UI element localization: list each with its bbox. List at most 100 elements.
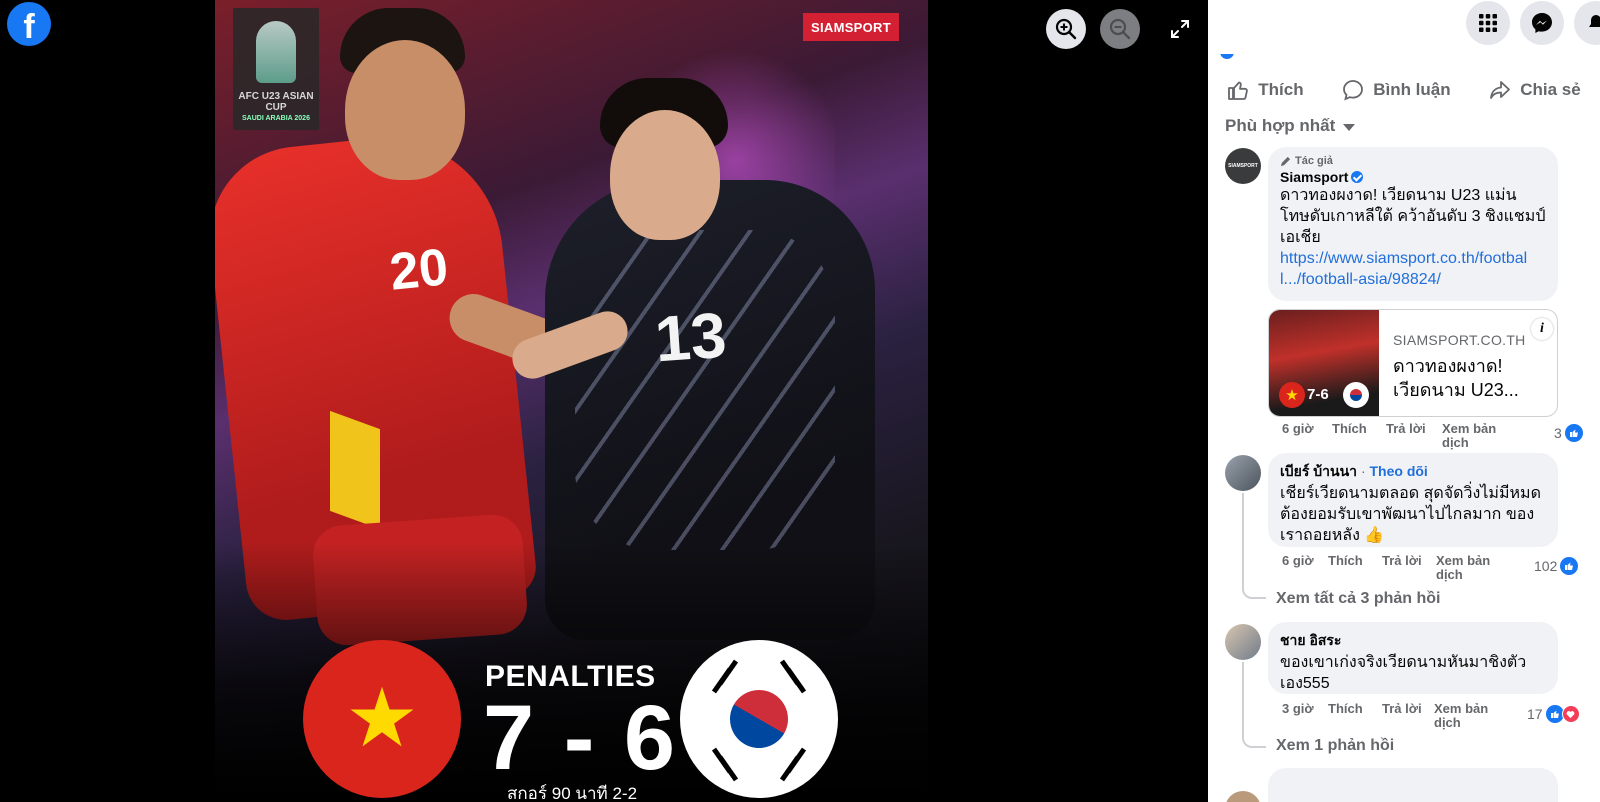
comments-panel: Thích Bình luận Chia sẻ Phù hợp nhất SIA… — [1208, 0, 1600, 802]
comment-author[interactable]: เบียร์ บ้านนา · Theo dõi — [1280, 461, 1546, 483]
comment-meta: 6 giờ Thích Trả lời Xem bản dịch — [1282, 422, 1522, 450]
comment-translate-link[interactable]: Xem bản dịch — [1434, 702, 1514, 730]
afc-cup-badge: AFC U23 ASIAN CUP SAUDI ARABIA 2026 — [233, 8, 319, 130]
zoom-in-icon — [1055, 18, 1077, 40]
like-reaction-icon — [1564, 424, 1583, 442]
korea-flag-icon — [1343, 382, 1369, 408]
comment-bubble: Tác giả Siamsport ดาวทองผงาด! เวียดนาม U… — [1268, 147, 1558, 301]
comment-translate-link[interactable]: Xem bản dịch — [1436, 554, 1516, 582]
share-label: Chia sẻ — [1520, 80, 1581, 99]
comment-reactions[interactable]: 3 — [1554, 424, 1583, 442]
fullscreen-button[interactable] — [1160, 9, 1200, 49]
player-vietnam-head — [345, 40, 465, 180]
comment-text: ดาวทองผงาด! เวียดนาม U23 แม่นโทษดับเกาหล… — [1280, 187, 1546, 246]
like-button[interactable]: Thích — [1227, 79, 1304, 101]
like-reaction-icon — [1545, 705, 1564, 723]
trophy-icon — [256, 21, 296, 83]
comment-time[interactable]: 6 giờ — [1282, 554, 1328, 582]
comment-reactions[interactable]: 102 — [1534, 557, 1579, 575]
comment-text: เชียร์เวียดนามตลอด สุดจัดวิ่งไม่มีหมด ต้… — [1280, 485, 1541, 544]
comment-link[interactable]: https://www.siamsport.co.th/football.../… — [1280, 248, 1546, 290]
comment-bubble — [1268, 787, 1558, 802]
comment-reply-link[interactable]: Trả lời — [1382, 702, 1434, 730]
view-replies-link[interactable]: Xem tất cả 3 phản hồi — [1276, 590, 1440, 608]
link-preview-title: ดาวทองผงาด! เวียดนาม U23... — [1393, 356, 1519, 400]
sort-label: Phù hợp nhất — [1225, 116, 1336, 135]
notifications-button[interactable] — [1574, 1, 1600, 45]
vietnam-flag-icon: ★ — [303, 640, 461, 798]
comment-like-link[interactable]: Thích — [1328, 702, 1382, 730]
menu-button[interactable] — [1466, 1, 1510, 45]
trigram-bar — [779, 659, 801, 686]
comment-icon — [1343, 80, 1364, 101]
avatar[interactable] — [1225, 624, 1261, 660]
comment-meta: 6 giờ Thích Trả lời Xem bản dịch — [1282, 554, 1516, 582]
thumbnail-score: 7-6 — [1307, 386, 1329, 403]
link-preview-card[interactable]: ★ 7-6 SIAMSPORT.CO.TH ดาวทองผงาด! เวียดน… — [1268, 309, 1558, 417]
author-badge: Tác giả — [1280, 155, 1546, 167]
player-vietnam-number: 20 — [387, 238, 451, 302]
panel-header — [1208, 0, 1600, 54]
verified-badge-icon — [1351, 171, 1364, 183]
facebook-logo-icon[interactable]: f — [7, 2, 51, 46]
score-value: 7 - 6 — [483, 687, 678, 789]
comment-text: ของเขาเก่งจริงเวียดนามหันมาชิงตัวเอง555 — [1280, 654, 1527, 692]
star-icon: ★ — [345, 673, 419, 764]
score-subtitle: สกอร์ 90 นาที 2-2 — [507, 784, 638, 802]
comment-button[interactable]: Bình luận — [1342, 79, 1451, 101]
comment-time[interactable]: 6 giờ — [1282, 422, 1332, 450]
comment-bubble: เบียร์ บ้านนา · Theo dõi เชียร์เวียดนามต… — [1268, 453, 1558, 547]
avatar-text: SIAMSPORT — [1228, 163, 1258, 169]
messenger-icon — [1532, 13, 1552, 33]
comment-like-link[interactable]: Thích — [1332, 422, 1386, 450]
avatar[interactable]: SIAMSPORT — [1225, 148, 1261, 184]
post-photo[interactable]: AFC U23 ASIAN CUP SAUDI ARABIA 2026 SIAM… — [215, 0, 928, 802]
reaction-count: 3 — [1554, 425, 1562, 441]
link-preview-thumbnail: ★ 7-6 — [1269, 310, 1379, 416]
author-badge-label: Tác giả — [1295, 155, 1333, 167]
thumbs-up-icon — [1228, 81, 1249, 100]
share-button[interactable]: Chia sẻ — [1489, 79, 1581, 101]
fullscreen-icon — [1171, 20, 1189, 38]
avatar[interactable] — [1225, 791, 1261, 802]
facebook-logo-letter: f — [23, 7, 35, 46]
vietnam-flag-icon: ★ — [1279, 382, 1305, 408]
comment-author-name: Siamsport — [1280, 169, 1349, 185]
view-replies-link[interactable]: Xem 1 phản hồi — [1276, 737, 1394, 755]
trigram-bar — [717, 659, 739, 686]
comment-sort-dropdown[interactable]: Phù hợp nhất — [1225, 116, 1356, 136]
comment-reply-link[interactable]: Trả lời — [1386, 422, 1442, 450]
reaction-count: 102 — [1534, 558, 1558, 574]
comment-like-link[interactable]: Thích — [1328, 554, 1382, 582]
comment-reply-link[interactable]: Trả lời — [1382, 554, 1436, 582]
reply-thread-line — [1242, 493, 1266, 599]
comment-time[interactable]: 3 giờ — [1282, 702, 1328, 730]
follow-link[interactable]: Theo dõi — [1370, 463, 1428, 479]
heart-reaction-icon — [1561, 705, 1580, 723]
zoom-in-button[interactable] — [1046, 9, 1086, 49]
jersey-pattern — [575, 230, 835, 550]
cup-badge-subtext: SAUDI ARABIA 2026 — [242, 115, 310, 122]
comment-label: Bình luận — [1373, 80, 1451, 99]
comment-reactions[interactable]: 17 — [1527, 705, 1580, 723]
jersey-stripe — [330, 410, 380, 530]
messenger-button[interactable] — [1520, 1, 1564, 45]
comment-author[interactable]: Siamsport — [1280, 169, 1546, 185]
grid-menu-icon — [1479, 14, 1497, 32]
comment-meta: 3 giờ Thích Trả lời Xem bản dịch — [1282, 702, 1514, 730]
post-actions: Thích Bình luận Chia sẻ — [1208, 70, 1600, 110]
player-korea-head — [610, 110, 720, 240]
trigram-bar — [717, 755, 739, 782]
comment-author[interactable]: ชาย อิสระ — [1280, 630, 1546, 652]
zoom-out-button[interactable] — [1100, 9, 1140, 49]
avatar[interactable] — [1225, 455, 1261, 491]
link-preview-domain: SIAMSPORT.CO.TH — [1393, 332, 1526, 348]
trigram-bar — [779, 755, 801, 782]
cup-badge-text: AFC U23 ASIAN CUP — [238, 91, 314, 113]
player-korea-number: 13 — [652, 298, 729, 376]
reply-thread-line — [1242, 662, 1266, 748]
comment-translate-link[interactable]: Xem bản dịch — [1442, 422, 1522, 450]
info-icon[interactable]: i — [1531, 318, 1553, 340]
caret-down-icon — [1343, 124, 1356, 131]
share-icon — [1490, 81, 1511, 99]
